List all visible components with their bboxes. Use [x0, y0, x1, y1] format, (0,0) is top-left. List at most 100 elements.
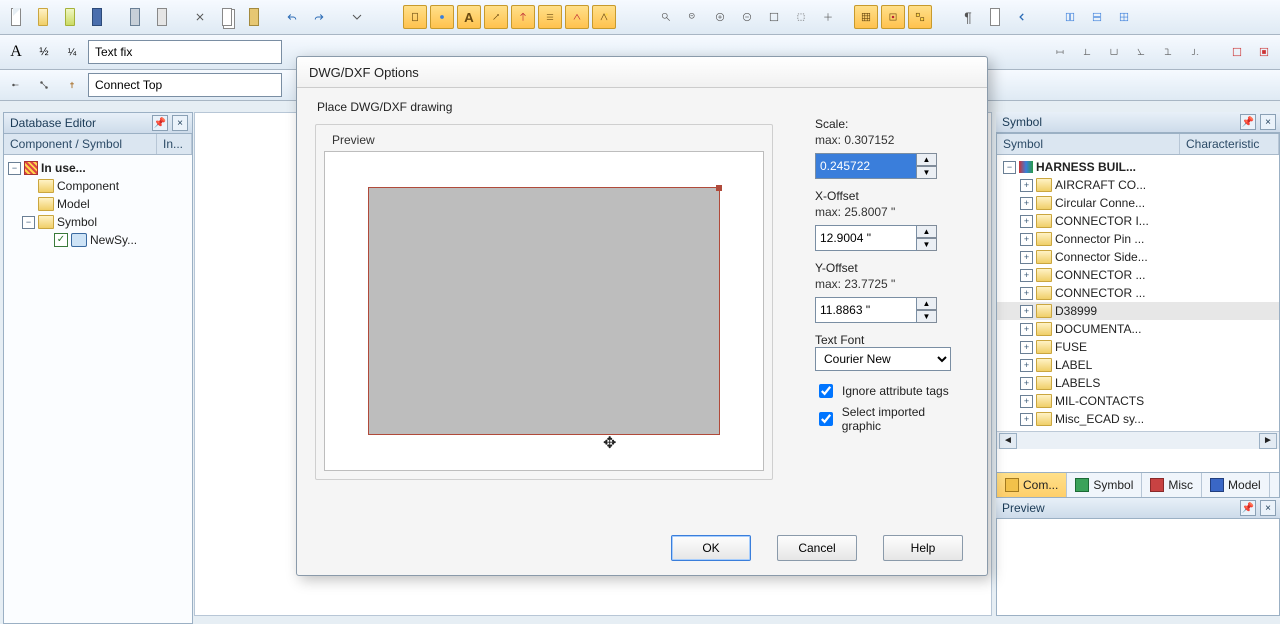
save-button[interactable] [85, 5, 109, 29]
sym-expand[interactable]: + [1020, 269, 1033, 282]
fraction-quarter-button[interactable]: ¼ [60, 40, 84, 64]
select-imported-checkbox[interactable] [819, 412, 833, 426]
font-select[interactable]: Courier New [815, 347, 951, 371]
copy-button[interactable] [215, 5, 239, 29]
preview-panel-close[interactable]: × [1260, 500, 1276, 516]
toolbar-overflow-1[interactable] [345, 5, 369, 29]
print-button[interactable] [123, 5, 147, 29]
toolbar-btn-b[interactable] [430, 5, 454, 29]
toolbar-btn-h[interactable] [592, 5, 616, 29]
sym-expand[interactable]: + [1020, 305, 1033, 318]
open-file-button[interactable] [31, 5, 55, 29]
leaf-checkbox[interactable]: ✓ [54, 233, 68, 247]
tab-com[interactable]: Com... [997, 473, 1067, 497]
symbol-panel-pin[interactable]: 📌 [1240, 114, 1256, 130]
tree-node-symbol[interactable]: Symbol [57, 213, 97, 231]
zoom-selection-button[interactable] [789, 5, 813, 29]
tree-root-label[interactable]: In use... [41, 159, 86, 177]
symbol-hscroll[interactable]: ◄ ► [997, 431, 1279, 449]
preview-panel-pin[interactable]: 📌 [1240, 500, 1256, 516]
tree-node-component[interactable]: Component [57, 177, 119, 195]
undo-button[interactable] [280, 5, 304, 29]
connect-mode-b-button[interactable] [32, 73, 56, 97]
tab-model[interactable]: Model [1202, 473, 1270, 497]
scale-spin-up[interactable]: ▲ [917, 153, 937, 166]
toolbar-btn-g[interactable] [565, 5, 589, 29]
sym-expand[interactable]: + [1020, 377, 1033, 390]
scroll-right-button[interactable]: ► [1259, 433, 1277, 449]
symbol-item[interactable]: +Circular Conne... [997, 194, 1279, 212]
sym-root[interactable]: HARNESS BUIL... [1036, 160, 1136, 174]
sym-expand[interactable]: + [1020, 359, 1033, 372]
layout-2-button[interactable] [1085, 5, 1109, 29]
dim-3-button[interactable] [1102, 40, 1126, 64]
sym-expand[interactable]: + [1020, 323, 1033, 336]
text-a-button[interactable]: A [4, 40, 28, 64]
save-file-button[interactable] [58, 5, 82, 29]
tree-collapse-symbol[interactable]: − [22, 216, 35, 229]
tree-leaf-newsy[interactable]: NewSy... [90, 231, 137, 249]
toolbar-btn-d[interactable] [484, 5, 508, 29]
sym-collapse[interactable]: − [1003, 161, 1016, 174]
sym-expand[interactable]: + [1020, 413, 1033, 426]
resize-handle[interactable] [716, 185, 722, 191]
dim-4-button[interactable] [1129, 40, 1153, 64]
symbol-item[interactable]: +FUSE [997, 338, 1279, 356]
sym-expand[interactable]: + [1020, 197, 1033, 210]
symbol-item[interactable]: +LABEL [997, 356, 1279, 374]
connect-mode-a-button[interactable] [4, 73, 28, 97]
tab-misc[interactable]: Misc [1142, 473, 1202, 497]
tab-symbol[interactable]: Symbol [1067, 473, 1142, 497]
dim-2-button[interactable] [1075, 40, 1099, 64]
symbol-item[interactable]: +DOCUMENTA... [997, 320, 1279, 338]
connect-mode-c-button[interactable] [60, 73, 84, 97]
tree-collapse-root[interactable]: − [8, 162, 21, 175]
yoffset-spin-down[interactable]: ▼ [917, 310, 937, 323]
symbol-item[interactable]: +D38999 [997, 302, 1279, 320]
preview-box[interactable] [324, 151, 764, 471]
zoom-fit-button[interactable] [762, 5, 786, 29]
grid-button[interactable] [854, 5, 878, 29]
paste-button[interactable] [242, 5, 266, 29]
zoom-out-button[interactable] [681, 5, 705, 29]
zoom-minus-button[interactable] [735, 5, 759, 29]
xoffset-spin-down[interactable]: ▼ [917, 238, 937, 251]
new-file-button[interactable] [4, 5, 28, 29]
sym-expand[interactable]: + [1020, 395, 1033, 408]
tree-node-model[interactable]: Model [57, 195, 90, 213]
help-button[interactable]: Help [883, 535, 963, 561]
xoffset-spin-up[interactable]: ▲ [917, 225, 937, 238]
zoom-in-button[interactable] [654, 5, 678, 29]
symbol-item[interactable]: +Misc_ECAD sy... [997, 410, 1279, 428]
scale-input[interactable] [815, 153, 917, 179]
text-style-input[interactable] [88, 40, 282, 64]
bound-box-button[interactable] [1225, 40, 1249, 64]
dim-1-button[interactable] [1048, 40, 1072, 64]
layout-1-button[interactable] [1058, 5, 1082, 29]
yoffset-input[interactable] [815, 297, 917, 323]
symbol-panel-close[interactable]: × [1260, 114, 1276, 130]
sym-expand[interactable]: + [1020, 215, 1033, 228]
ignore-attr-checkbox[interactable] [819, 384, 833, 398]
ortho-button[interactable] [908, 5, 932, 29]
toolbar-btn-f[interactable] [538, 5, 562, 29]
paragraph-button[interactable]: ¶ [956, 5, 980, 29]
database-tree[interactable]: − In use... Component Model − Symbol ✓ N… [4, 155, 192, 623]
preview-graphic[interactable] [368, 187, 720, 435]
connect-mode-input[interactable] [88, 73, 282, 97]
cancel-button[interactable]: Cancel [777, 535, 857, 561]
yoffset-spin-up[interactable]: ▲ [917, 297, 937, 310]
toolbar-btn-e[interactable] [511, 5, 535, 29]
symbol-item[interactable]: +CONNECTOR ... [997, 284, 1279, 302]
sym-expand[interactable]: + [1020, 233, 1033, 246]
symbol-item[interactable]: +CONNECTOR I... [997, 212, 1279, 230]
sym-expand[interactable]: + [1020, 341, 1033, 354]
ok-button[interactable]: OK [671, 535, 751, 561]
dim-5-button[interactable] [1156, 40, 1180, 64]
dim-6-button[interactable] [1183, 40, 1207, 64]
panel-pin-button[interactable]: 📌 [152, 115, 168, 131]
scale-spin-down[interactable]: ▼ [917, 166, 937, 179]
sym-expand[interactable]: + [1020, 179, 1033, 192]
symbol-list[interactable]: −HARNESS BUIL...+AIRCRAFT CO...+Circular… [997, 155, 1279, 431]
fraction-half-button[interactable]: ½ [32, 40, 56, 64]
